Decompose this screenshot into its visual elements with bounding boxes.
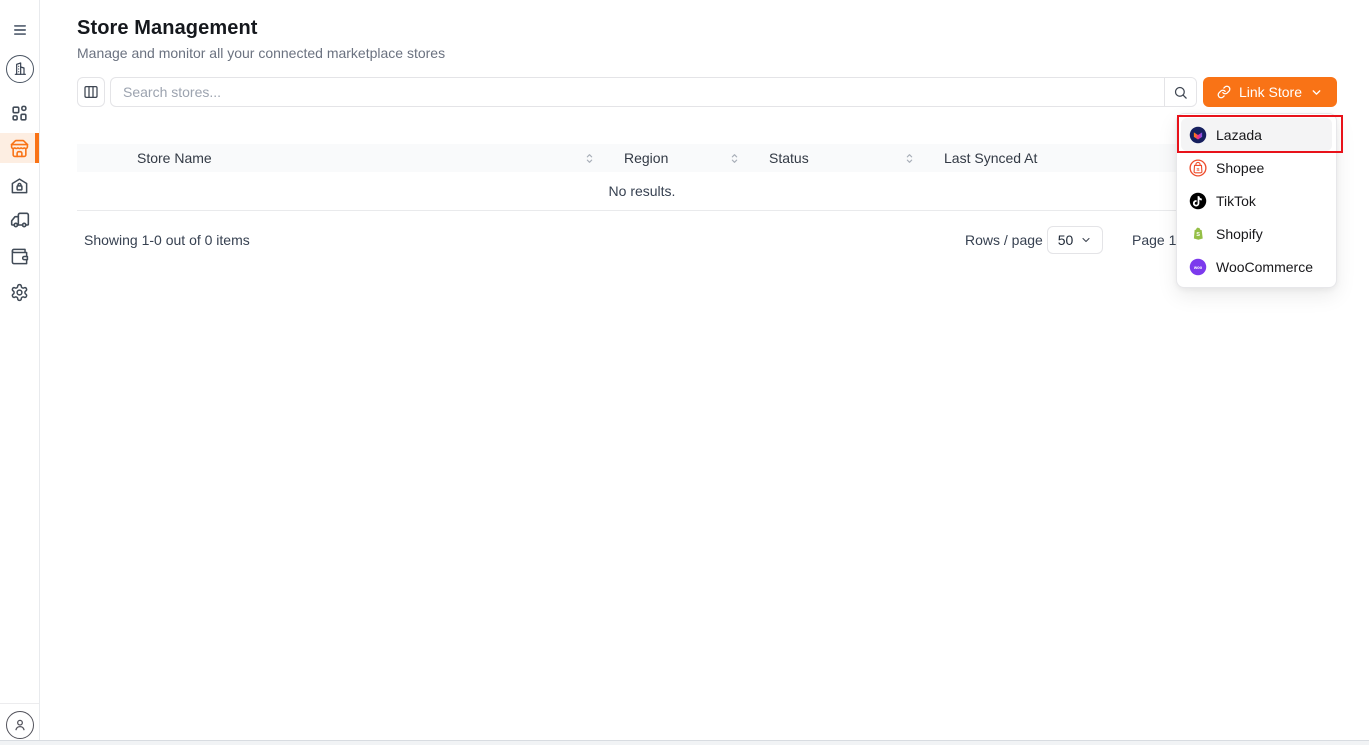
search-input[interactable] bbox=[111, 78, 1164, 106]
link-store-dropdown-menu: Lazada S Shopee TikTok S Shopify woo Woo… bbox=[1176, 113, 1337, 288]
rows-per-page-value: 50 bbox=[1058, 232, 1074, 248]
woocommerce-icon: woo bbox=[1189, 258, 1207, 276]
stores-icon bbox=[10, 139, 29, 158]
no-results-text: No results. bbox=[609, 183, 676, 199]
chevron-down-icon bbox=[1310, 86, 1323, 99]
svg-text:S: S bbox=[1196, 232, 1200, 238]
company-logo-icon bbox=[6, 55, 34, 83]
search-icon bbox=[1173, 85, 1188, 100]
link-icon bbox=[1217, 85, 1231, 99]
column-visibility-button[interactable] bbox=[77, 77, 105, 107]
page-subtitle: Manage and monitor all your connected ma… bbox=[77, 45, 445, 61]
dropdown-item-tiktok[interactable]: TikTok bbox=[1181, 184, 1332, 217]
chevron-down-icon bbox=[1080, 234, 1092, 246]
settings-gear-icon bbox=[10, 283, 29, 302]
dropdown-item-shopify[interactable]: S Shopify bbox=[1181, 217, 1332, 250]
column-label: Last Synced At bbox=[944, 150, 1037, 166]
link-store-button[interactable]: Link Store bbox=[1203, 77, 1337, 107]
dropdown-item-label: TikTok bbox=[1216, 193, 1256, 209]
column-label: Status bbox=[769, 150, 809, 166]
dropdown-item-lazada[interactable]: Lazada bbox=[1181, 118, 1332, 151]
sidebar-account-button[interactable] bbox=[0, 703, 39, 745]
rows-per-page-label: Rows / page bbox=[965, 232, 1043, 248]
sidebar-item-warehouse[interactable] bbox=[0, 175, 39, 195]
table-header-row: Store Name Region Status Last Synced At bbox=[77, 144, 1337, 172]
search-button[interactable] bbox=[1164, 78, 1196, 106]
warehouse-icon bbox=[10, 176, 29, 195]
search-bar bbox=[110, 77, 1197, 107]
user-account-icon bbox=[6, 711, 34, 739]
column-header-region[interactable]: Region bbox=[610, 144, 755, 172]
tiktok-icon bbox=[1189, 192, 1207, 210]
active-indicator-bar bbox=[35, 133, 39, 163]
sidebar-item-logistics[interactable] bbox=[0, 210, 39, 230]
sidebar-item-stores[interactable] bbox=[0, 133, 39, 163]
dropdown-item-label: Shopee bbox=[1216, 160, 1264, 176]
dashboard-icon bbox=[10, 104, 29, 123]
dropdown-item-woocommerce[interactable]: woo WooCommerce bbox=[1181, 250, 1332, 283]
dropdown-item-label: Lazada bbox=[1216, 127, 1262, 143]
logistics-truck-icon bbox=[10, 210, 30, 230]
column-label: Region bbox=[624, 150, 668, 166]
sort-icon[interactable] bbox=[583, 152, 596, 165]
app-logo[interactable] bbox=[0, 55, 39, 83]
shopee-icon: S bbox=[1189, 159, 1207, 177]
sidebar bbox=[0, 0, 40, 745]
lazada-icon bbox=[1189, 126, 1207, 144]
columns-icon bbox=[83, 84, 99, 100]
sidebar-item-wallet[interactable] bbox=[0, 246, 39, 266]
menu-icon bbox=[12, 23, 28, 37]
column-header-status[interactable]: Status bbox=[755, 144, 930, 172]
sidebar-item-settings[interactable] bbox=[0, 282, 39, 302]
column-header-store-name[interactable]: Store Name bbox=[77, 144, 610, 172]
sort-icon[interactable] bbox=[728, 152, 741, 165]
page-indicator: Page 1 bbox=[1132, 232, 1176, 248]
window-bottom-edge bbox=[0, 740, 1369, 745]
dropdown-item-shopee[interactable]: S Shopee bbox=[1181, 151, 1332, 184]
svg-text:woo: woo bbox=[1193, 264, 1203, 269]
wallet-icon bbox=[10, 247, 29, 266]
link-store-label: Link Store bbox=[1239, 84, 1302, 100]
rows-per-page-select[interactable]: 50 bbox=[1047, 226, 1103, 254]
sort-icon[interactable] bbox=[903, 152, 916, 165]
table-empty-row: No results. bbox=[77, 172, 1337, 211]
shopify-icon: S bbox=[1189, 225, 1207, 243]
page-title: Store Management bbox=[77, 17, 258, 40]
sidebar-toggle-button[interactable] bbox=[0, 22, 39, 38]
dropdown-item-label: WooCommerce bbox=[1216, 259, 1313, 275]
showing-items-text: Showing 1-0 out of 0 items bbox=[84, 232, 250, 248]
sidebar-item-dashboard[interactable] bbox=[0, 103, 39, 123]
dropdown-item-label: Shopify bbox=[1216, 226, 1263, 242]
column-label: Store Name bbox=[137, 150, 212, 166]
